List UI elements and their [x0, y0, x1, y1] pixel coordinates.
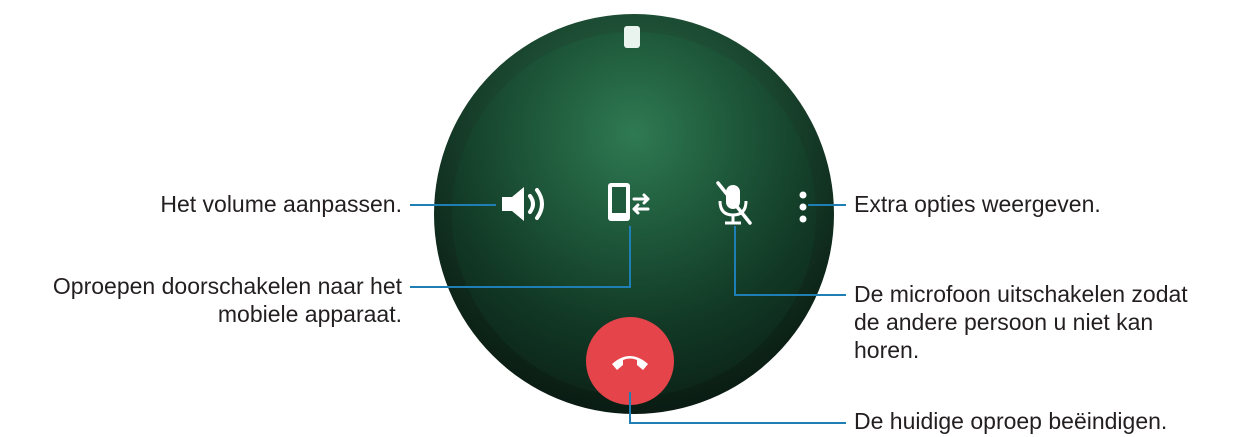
mute-annotation: De microfoon uitschakelen zodat de ander… [854, 281, 1188, 363]
mute-microphone-icon[interactable] [712, 179, 756, 232]
end-call-icon [612, 356, 648, 370]
end-call-leader-line-v [629, 392, 631, 424]
transfer-leader-line-v [629, 226, 631, 288]
more-options-annotation: Extra opties weergeven. [854, 191, 1101, 217]
phone-device-icon [624, 26, 640, 48]
transfer-leader-line-h [410, 286, 631, 288]
volume-leader-line [410, 204, 496, 206]
watch-call-screen [434, 14, 834, 414]
volume-annotation: Het volume aanpassen. [160, 191, 402, 217]
mute-leader-line-v [734, 226, 736, 296]
transfer-to-phone-icon[interactable] [604, 179, 652, 232]
volume-icon[interactable] [498, 184, 550, 229]
transfer-annotation: Oproepen doorschakelen naar het mobiele … [52, 273, 402, 327]
more-leader-line [808, 204, 846, 206]
end-call-annotation: De huidige oproep beëindigen. [854, 408, 1168, 434]
mute-leader-line-h [734, 294, 846, 296]
end-call-leader-line-h [629, 422, 846, 424]
more-options-icon[interactable] [798, 190, 808, 229]
